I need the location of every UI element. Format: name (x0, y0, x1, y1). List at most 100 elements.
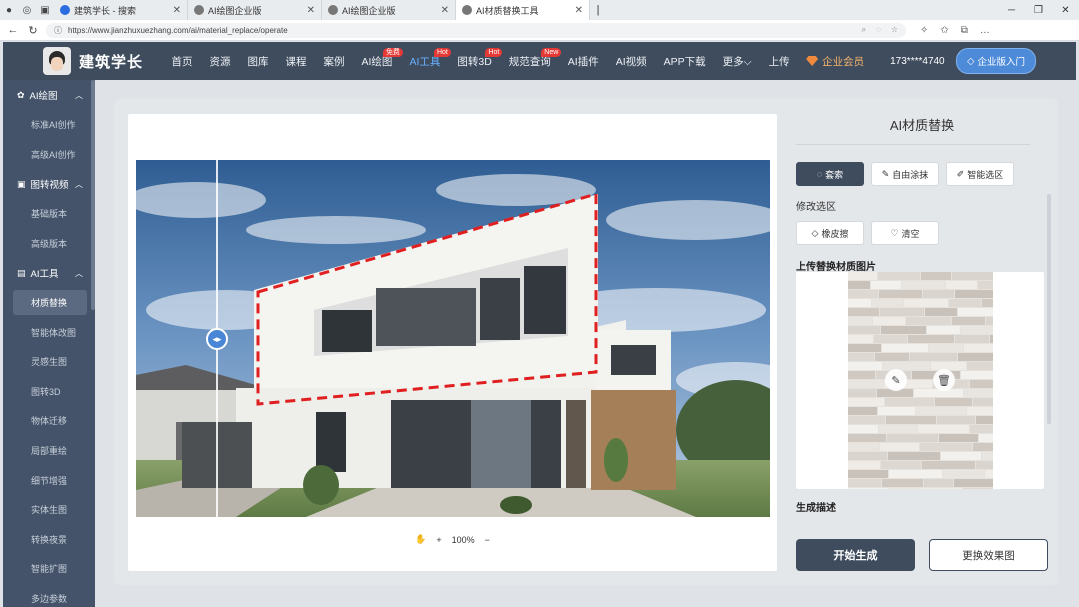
hand-pan-icon[interactable]: ✋ (415, 534, 426, 545)
panel-scrollbar[interactable] (1047, 194, 1051, 424)
sidebar: ✿ AI绘图 ︿ 标准AI创作 高级AI创作 ▣ 图转视频 ︿ 基础版本 高级版本 ▤ AI工具 ︿ 材质… (3, 80, 95, 607)
sidebar-item[interactable]: 细节增强 (3, 465, 95, 495)
zoom-in-icon[interactable]: + (436, 535, 441, 545)
restore-icon[interactable]: ❐ (1025, 0, 1052, 20)
sidebar-item[interactable]: 基础版本 (3, 199, 95, 229)
magic-icon: ✐ (956, 168, 965, 179)
generate-button[interactable]: 开始生成 (796, 539, 915, 571)
logo-avatar-icon (43, 47, 71, 75)
mode-label: 智能选区 (967, 169, 1004, 180)
sidebar-group[interactable]: ▣ 图转视频 ︿ (3, 169, 95, 199)
sidebar-item[interactable]: 物体迁移 (3, 406, 95, 436)
tab-label: AI绘图企业版 (342, 5, 396, 16)
chevron-up-icon[interactable]: ︿ (75, 268, 83, 279)
minimize-icon[interactable]: ─ (998, 0, 1025, 20)
delete-material-icon[interactable]: 🗑 (933, 369, 955, 391)
sidebar-item[interactable]: 转换夜景 (3, 525, 95, 555)
clear-icon: ♡ (890, 227, 899, 238)
edit-tool-label: 清空 (901, 228, 920, 239)
material-texture-image (848, 272, 993, 489)
house-photo[interactable]: ◂▸ (136, 160, 770, 517)
enterprise-button-label: 企业版入门 (977, 57, 1025, 68)
nav-item[interactable]: 图转3D Hot (449, 42, 503, 80)
sidebar-item[interactable]: 多边参数 (3, 584, 95, 607)
back-icon[interactable]: ← (6, 24, 20, 36)
nav-item[interactable]: AI视频 (607, 42, 655, 80)
sidebar-item[interactable]: 智能扩图 (3, 554, 95, 584)
edit-tool-button[interactable]: ♡ 清空 (871, 221, 939, 245)
nav-item[interactable]: 案例 (315, 42, 353, 80)
tab-close-icon[interactable]: ✕ (307, 5, 315, 16)
nav-item[interactable]: AI绘图 免费 (353, 42, 403, 80)
edit-material-icon[interactable]: ✎ (885, 369, 907, 391)
sidebar-item[interactable]: 图转3D (3, 377, 95, 407)
browser-tab[interactable]: 建筑学长 - 搜索 ✕ (54, 0, 188, 20)
logo-text: 建筑学长 (79, 53, 144, 71)
nav-item[interactable]: APP下载 (655, 42, 714, 80)
description-label: 生成描述 (796, 503, 836, 514)
nav-item[interactable]: 课程 (277, 42, 315, 80)
chevron-up-icon[interactable]: ︿ (75, 179, 83, 190)
refresh-icon[interactable]: ↻ (26, 24, 40, 37)
sidebar-item[interactable]: 实体生图 (3, 495, 95, 525)
nav-label: 资源 (209, 55, 231, 68)
new-tab-icon[interactable]: | (590, 0, 606, 20)
material-panel: AI材质替换 ◌ 套索 ✎ 自由涂抹 ✐ 智能选区 修改选区 ◇ 橡皮擦 ♡ 清空 上传替换材质… (796, 109, 1051, 579)
reader-icon[interactable]: ◌ (876, 25, 881, 35)
nav-item[interactable]: 上传 (760, 42, 798, 80)
sidebar-scrollbar[interactable] (91, 80, 95, 310)
url-field[interactable]: ⓘ https://www.jianzhuxuezhang.com/ai/mat… (46, 22, 906, 38)
sidebar-item[interactable]: 材质替换 (13, 290, 87, 316)
browser-menu-icon[interactable]: … (980, 25, 990, 36)
favorites-icon[interactable]: ✩ (940, 25, 948, 36)
nav-item[interactable]: 首页 (163, 42, 201, 80)
tab-close-icon[interactable]: ✕ (173, 5, 181, 16)
edit-tool-button[interactable]: ◇ 橡皮擦 (796, 221, 864, 245)
extension-icon[interactable]: ✧ (920, 25, 928, 36)
vip-link[interactable]: 企业会员 (798, 54, 872, 69)
sidebar-item[interactable]: 智能体改图 (3, 317, 95, 347)
nav-item[interactable]: AI工具 Hot (401, 42, 451, 80)
favorite-star-icon[interactable]: ☆ (891, 25, 898, 35)
mode-button[interactable]: ◌ 套索 (796, 162, 864, 186)
chevron-up-icon[interactable]: ︿ (75, 90, 83, 101)
browser-tab[interactable]: AI绘图企业版 ✕ (188, 0, 322, 20)
close-window-icon[interactable]: ✕ (1052, 0, 1079, 20)
swap-result-button[interactable]: 更换效果图 (929, 539, 1048, 571)
nav-item[interactable]: AI插件 (559, 42, 607, 80)
profile-icon[interactable]: ● (0, 0, 18, 20)
enterprise-entry-button[interactable]: ◇ 企业版入门 (956, 48, 1036, 74)
nav-item[interactable]: 资源 (201, 42, 239, 80)
compare-handle-icon[interactable]: ◂▸ (206, 328, 228, 350)
sidebar-group[interactable]: ▤ AI工具 ︿ (3, 258, 95, 288)
sidebar-group-label: AI工具 (30, 269, 59, 281)
browser-tab[interactable]: AI绘图企业版 ✕ (322, 0, 456, 20)
tab-close-icon[interactable]: ✕ (441, 5, 449, 16)
tab-actions-icon[interactable]: ▣ (36, 0, 54, 20)
page-info-icon[interactable]: ⓘ (54, 25, 62, 36)
tab-label: 建筑学长 - 搜索 (74, 5, 136, 16)
main-nav: 首页 资源 图库 课程 案例 AI绘图 免费 AI工具 Hot 图转3D Hot 规范查询 New AI插… (163, 42, 798, 80)
collections-icon[interactable]: ⧉ (961, 25, 968, 36)
workspaces-icon[interactable]: ◎ (18, 0, 36, 20)
sidebar-item[interactable]: 标准AI创作 (3, 110, 95, 140)
sidebar-item[interactable]: 局部重绘 (3, 436, 95, 466)
tab-close-icon[interactable]: ✕ (575, 5, 583, 16)
nav-item[interactable]: 图库 (239, 42, 277, 80)
nav-item[interactable]: 规范查询 New (500, 42, 562, 80)
sidebar-item[interactable]: 高级AI创作 (3, 140, 95, 170)
nav-label: 案例 (323, 55, 345, 68)
zoom-out-icon[interactable]: − (485, 535, 490, 545)
nav-item[interactable]: 更多⌵ (714, 42, 760, 80)
site-logo[interactable]: 建筑学长 (43, 47, 143, 75)
user-phone[interactable]: 173****4740 (890, 56, 945, 67)
browser-tab-active[interactable]: AI材质替换工具 ✕ (456, 0, 590, 20)
sidebar-item[interactable]: 灵感生图 (3, 347, 95, 377)
sidebar-group[interactable]: ✿ AI绘图 ︿ (3, 80, 95, 110)
material-upload-area[interactable]: ✎ 🗑 (796, 272, 1044, 489)
zoom-icon[interactable]: ⌕ (862, 25, 866, 35)
sidebar-item[interactable]: 高级版本 (3, 229, 95, 259)
mode-button[interactable]: ✐ 智能选区 (946, 162, 1014, 186)
mode-button[interactable]: ✎ 自由涂抹 (871, 162, 939, 186)
sidebar-group-label: 图转视频 (30, 180, 69, 192)
